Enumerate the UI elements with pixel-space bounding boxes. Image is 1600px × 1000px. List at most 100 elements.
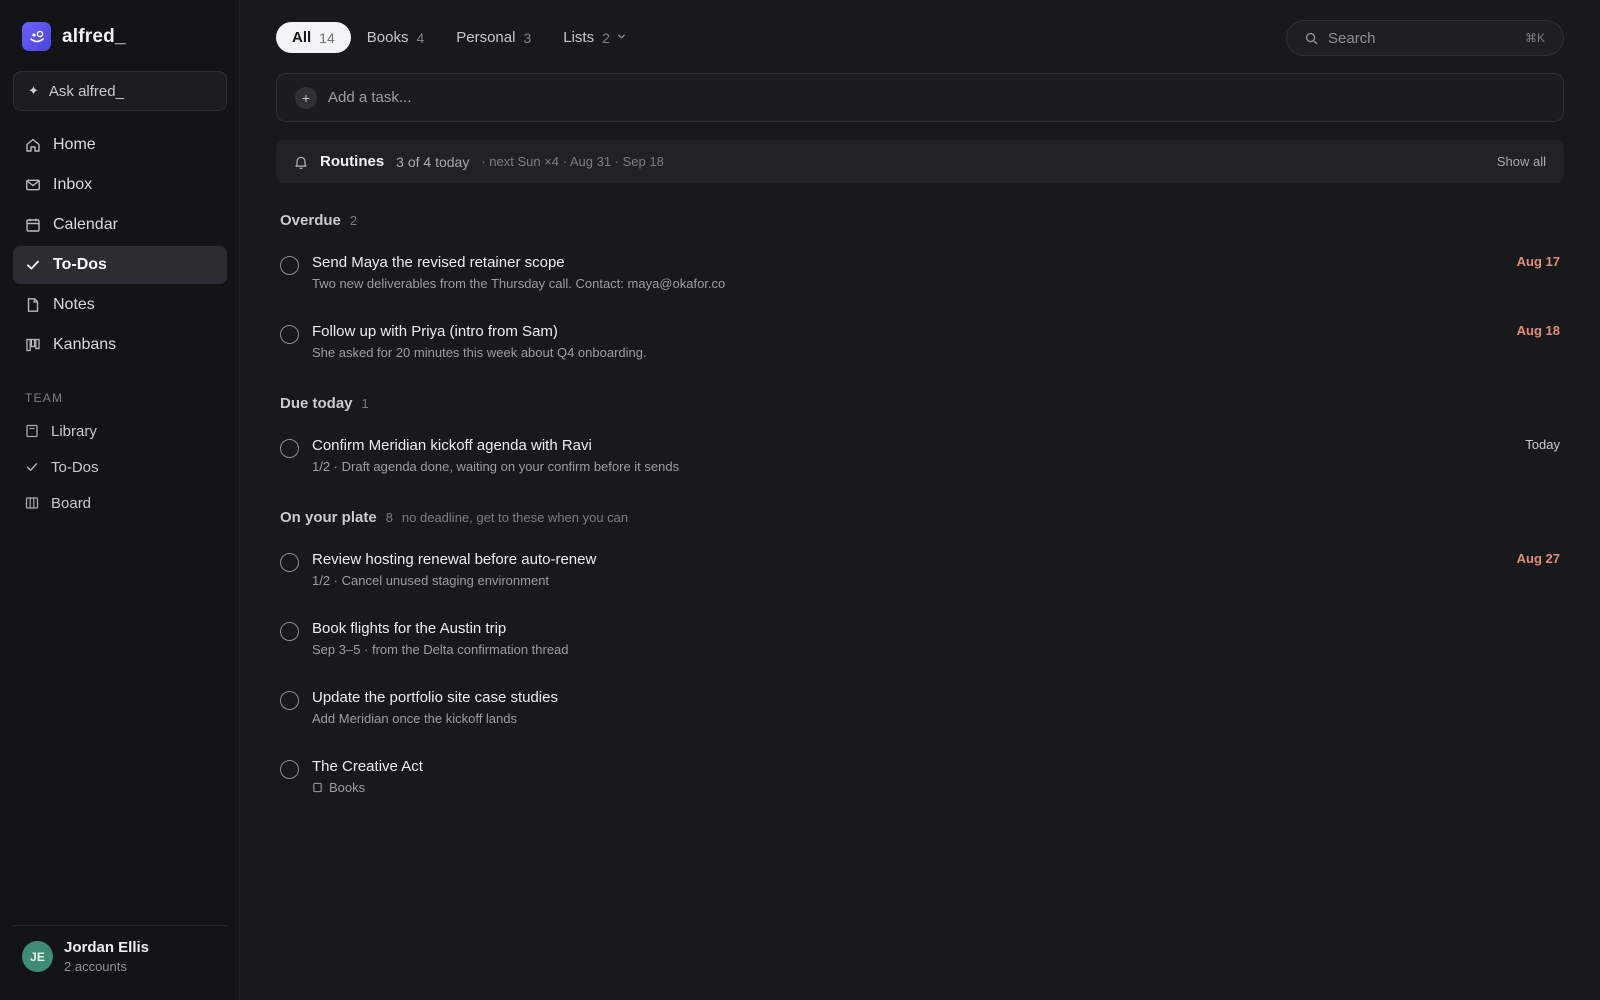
show-all-link[interactable]: Show all (1497, 154, 1546, 169)
routines-next: · next Sun ×4 · Aug 31 · Sep 18 (481, 154, 664, 169)
task-row[interactable]: Confirm Meridian kickoff agenda with Rav… (280, 437, 1560, 487)
brand[interactable]: alfred_ (22, 22, 126, 51)
task-title: Book flights for the Austin trip (312, 620, 507, 637)
task-subtitle-text: Two new deliverables from the Thursday c… (312, 276, 726, 291)
check-icon (25, 460, 39, 474)
team-item-label: Library (51, 422, 97, 440)
sidebar-item-home[interactable]: Home (13, 126, 227, 164)
search-icon (1305, 32, 1318, 45)
ask-alfred-button[interactable]: ✦ Ask alfred_ (13, 71, 227, 111)
sidebar-item-kanbans[interactable]: Kanbans (13, 326, 227, 364)
task-checkbox[interactable] (280, 622, 299, 641)
tab-label: Personal (456, 29, 516, 46)
sparkle-icon: ✦ (28, 83, 39, 98)
task-subtitle-text: Sep 3–5 · from the Delta confirmation th… (312, 642, 569, 657)
task-row[interactable]: Book flights for the Austin trip Sep 3–5… (280, 620, 1560, 670)
routines-bar[interactable]: Routines 3 of 4 today · next Sun ×4 · Au… (276, 140, 1564, 183)
task-title: Follow up with Priya (intro from Sam) (312, 323, 558, 340)
task-row[interactable]: Review hosting renewal before auto-renew… (280, 551, 1560, 601)
task-subtitle: Add Meridian once the kickoff lands (312, 711, 517, 726)
kanban-icon (25, 337, 41, 353)
sidebar-item-inbox[interactable]: Inbox (13, 166, 227, 204)
tab-count: 2 (602, 29, 610, 46)
main-nav: Home Inbox Calendar To-Dos Notes Kanbans (13, 126, 227, 366)
task-title: Send Maya the revised retainer scope (312, 254, 565, 271)
task-subtitle: 1/2 · Draft agenda done, waiting on your… (312, 459, 679, 474)
task-due-date: Aug 27 (1516, 551, 1560, 566)
search-shortcut: ⌘K (1524, 31, 1545, 45)
task-subtitle-text: 1/2 · Cancel unused staging environment (312, 573, 550, 588)
task-row[interactable]: Send Maya the revised retainer scope Two… (280, 254, 1560, 304)
task-title: Update the portfolio site case studies (312, 689, 558, 706)
check-icon (25, 257, 41, 273)
sidebar: alfred_ ✦ Ask alfred_ Home Inbox Calenda… (0, 0, 240, 1000)
tab-books[interactable]: Books 4 (351, 22, 441, 53)
task-checkbox[interactable] (280, 325, 299, 344)
tab-lists[interactable]: Lists 2 (547, 22, 642, 53)
task-subtitle-text: Books (329, 780, 366, 795)
task-subtitle: Two new deliverables from the Thursday c… (312, 276, 725, 291)
team-item-library[interactable]: Library (13, 414, 227, 448)
search-box[interactable]: ⌘K (1286, 20, 1564, 56)
task-subtitle: She asked for 20 minutes this week about… (312, 345, 647, 360)
section-note: no deadline, get to these when you can (401, 510, 629, 525)
section-count: 1 (361, 396, 369, 411)
avatar: JE (22, 941, 53, 972)
search-input[interactable] (1328, 29, 1508, 47)
filter-tabs: All 14 Books 4 Personal 3 Lists 2 (276, 22, 642, 53)
task-title: Review hosting renewal before auto-renew (312, 551, 597, 568)
section-on-your-plate: On your plate 8 no deadline, get to thes… (280, 509, 628, 526)
task-row[interactable]: Follow up with Priya (intro from Sam) Sh… (280, 323, 1560, 373)
alfred-logo-icon (22, 22, 51, 51)
sidebar-item-label: Notes (53, 296, 95, 313)
section-count: 8 (385, 510, 393, 525)
chevron-down-icon (617, 32, 626, 44)
task-subtitle-text: Add Meridian once the kickoff lands (312, 711, 517, 726)
team-item-board[interactable]: Board (13, 486, 227, 520)
sidebar-item-label: Kanbans (53, 336, 117, 353)
tab-label: Books (366, 29, 409, 46)
add-task-bar[interactable]: + (276, 73, 1564, 122)
tab-count: 14 (319, 29, 335, 46)
section-title: On your plate (280, 509, 377, 526)
team-item-label: To-Dos (51, 458, 99, 476)
task-due-date: Aug 18 (1516, 323, 1560, 338)
task-subtitle: 1/2 · Cancel unused staging environment (312, 573, 549, 588)
book-icon (312, 782, 323, 793)
task-row[interactable]: Update the portfolio site case studies A… (280, 689, 1560, 739)
bell-icon (294, 155, 308, 169)
routines-count: 3 of 4 today (396, 153, 470, 170)
section-count: 2 (349, 213, 358, 228)
tab-all[interactable]: All 14 (276, 22, 351, 53)
sidebar-item-notes[interactable]: Notes (13, 286, 227, 324)
task-row[interactable]: The Creative Act Books (280, 758, 1560, 808)
tab-count: 4 (416, 29, 425, 46)
sidebar-item-calendar[interactable]: Calendar (13, 206, 227, 244)
book-icon (25, 424, 39, 438)
sidebar-item-todos[interactable]: To-Dos (13, 246, 227, 284)
routines-title: Routines (320, 153, 385, 170)
section-overdue: Overdue 2 (280, 212, 357, 229)
task-checkbox[interactable] (280, 760, 299, 779)
add-task-input[interactable] (328, 89, 1428, 106)
task-subtitle: Sep 3–5 · from the Delta confirmation th… (312, 642, 569, 657)
tab-label: All (292, 29, 312, 46)
plus-icon[interactable]: + (295, 86, 317, 109)
section-due-today: Due today 1 (280, 395, 369, 412)
sidebar-item-label: To-Dos (53, 256, 107, 273)
task-subtitle-text: She asked for 20 minutes this week about… (312, 345, 647, 360)
account-text: Jordan Ellis 2 accounts (64, 939, 149, 974)
tab-label: Lists (563, 29, 595, 46)
team-item-todos[interactable]: To-Dos (13, 450, 227, 484)
task-checkbox[interactable] (280, 691, 299, 710)
task-checkbox[interactable] (280, 553, 299, 572)
task-checkbox[interactable] (280, 256, 299, 275)
account-switcher[interactable]: JE Jordan Ellis 2 accounts (13, 925, 227, 974)
account-count: 2 accounts (64, 959, 127, 974)
section-title: Due today (280, 395, 353, 412)
task-subtitle: Books (312, 780, 365, 795)
tab-personal[interactable]: Personal 3 (440, 22, 547, 53)
task-checkbox[interactable] (280, 439, 299, 458)
mail-icon (25, 177, 41, 193)
team-section-label: TEAM (25, 391, 64, 405)
